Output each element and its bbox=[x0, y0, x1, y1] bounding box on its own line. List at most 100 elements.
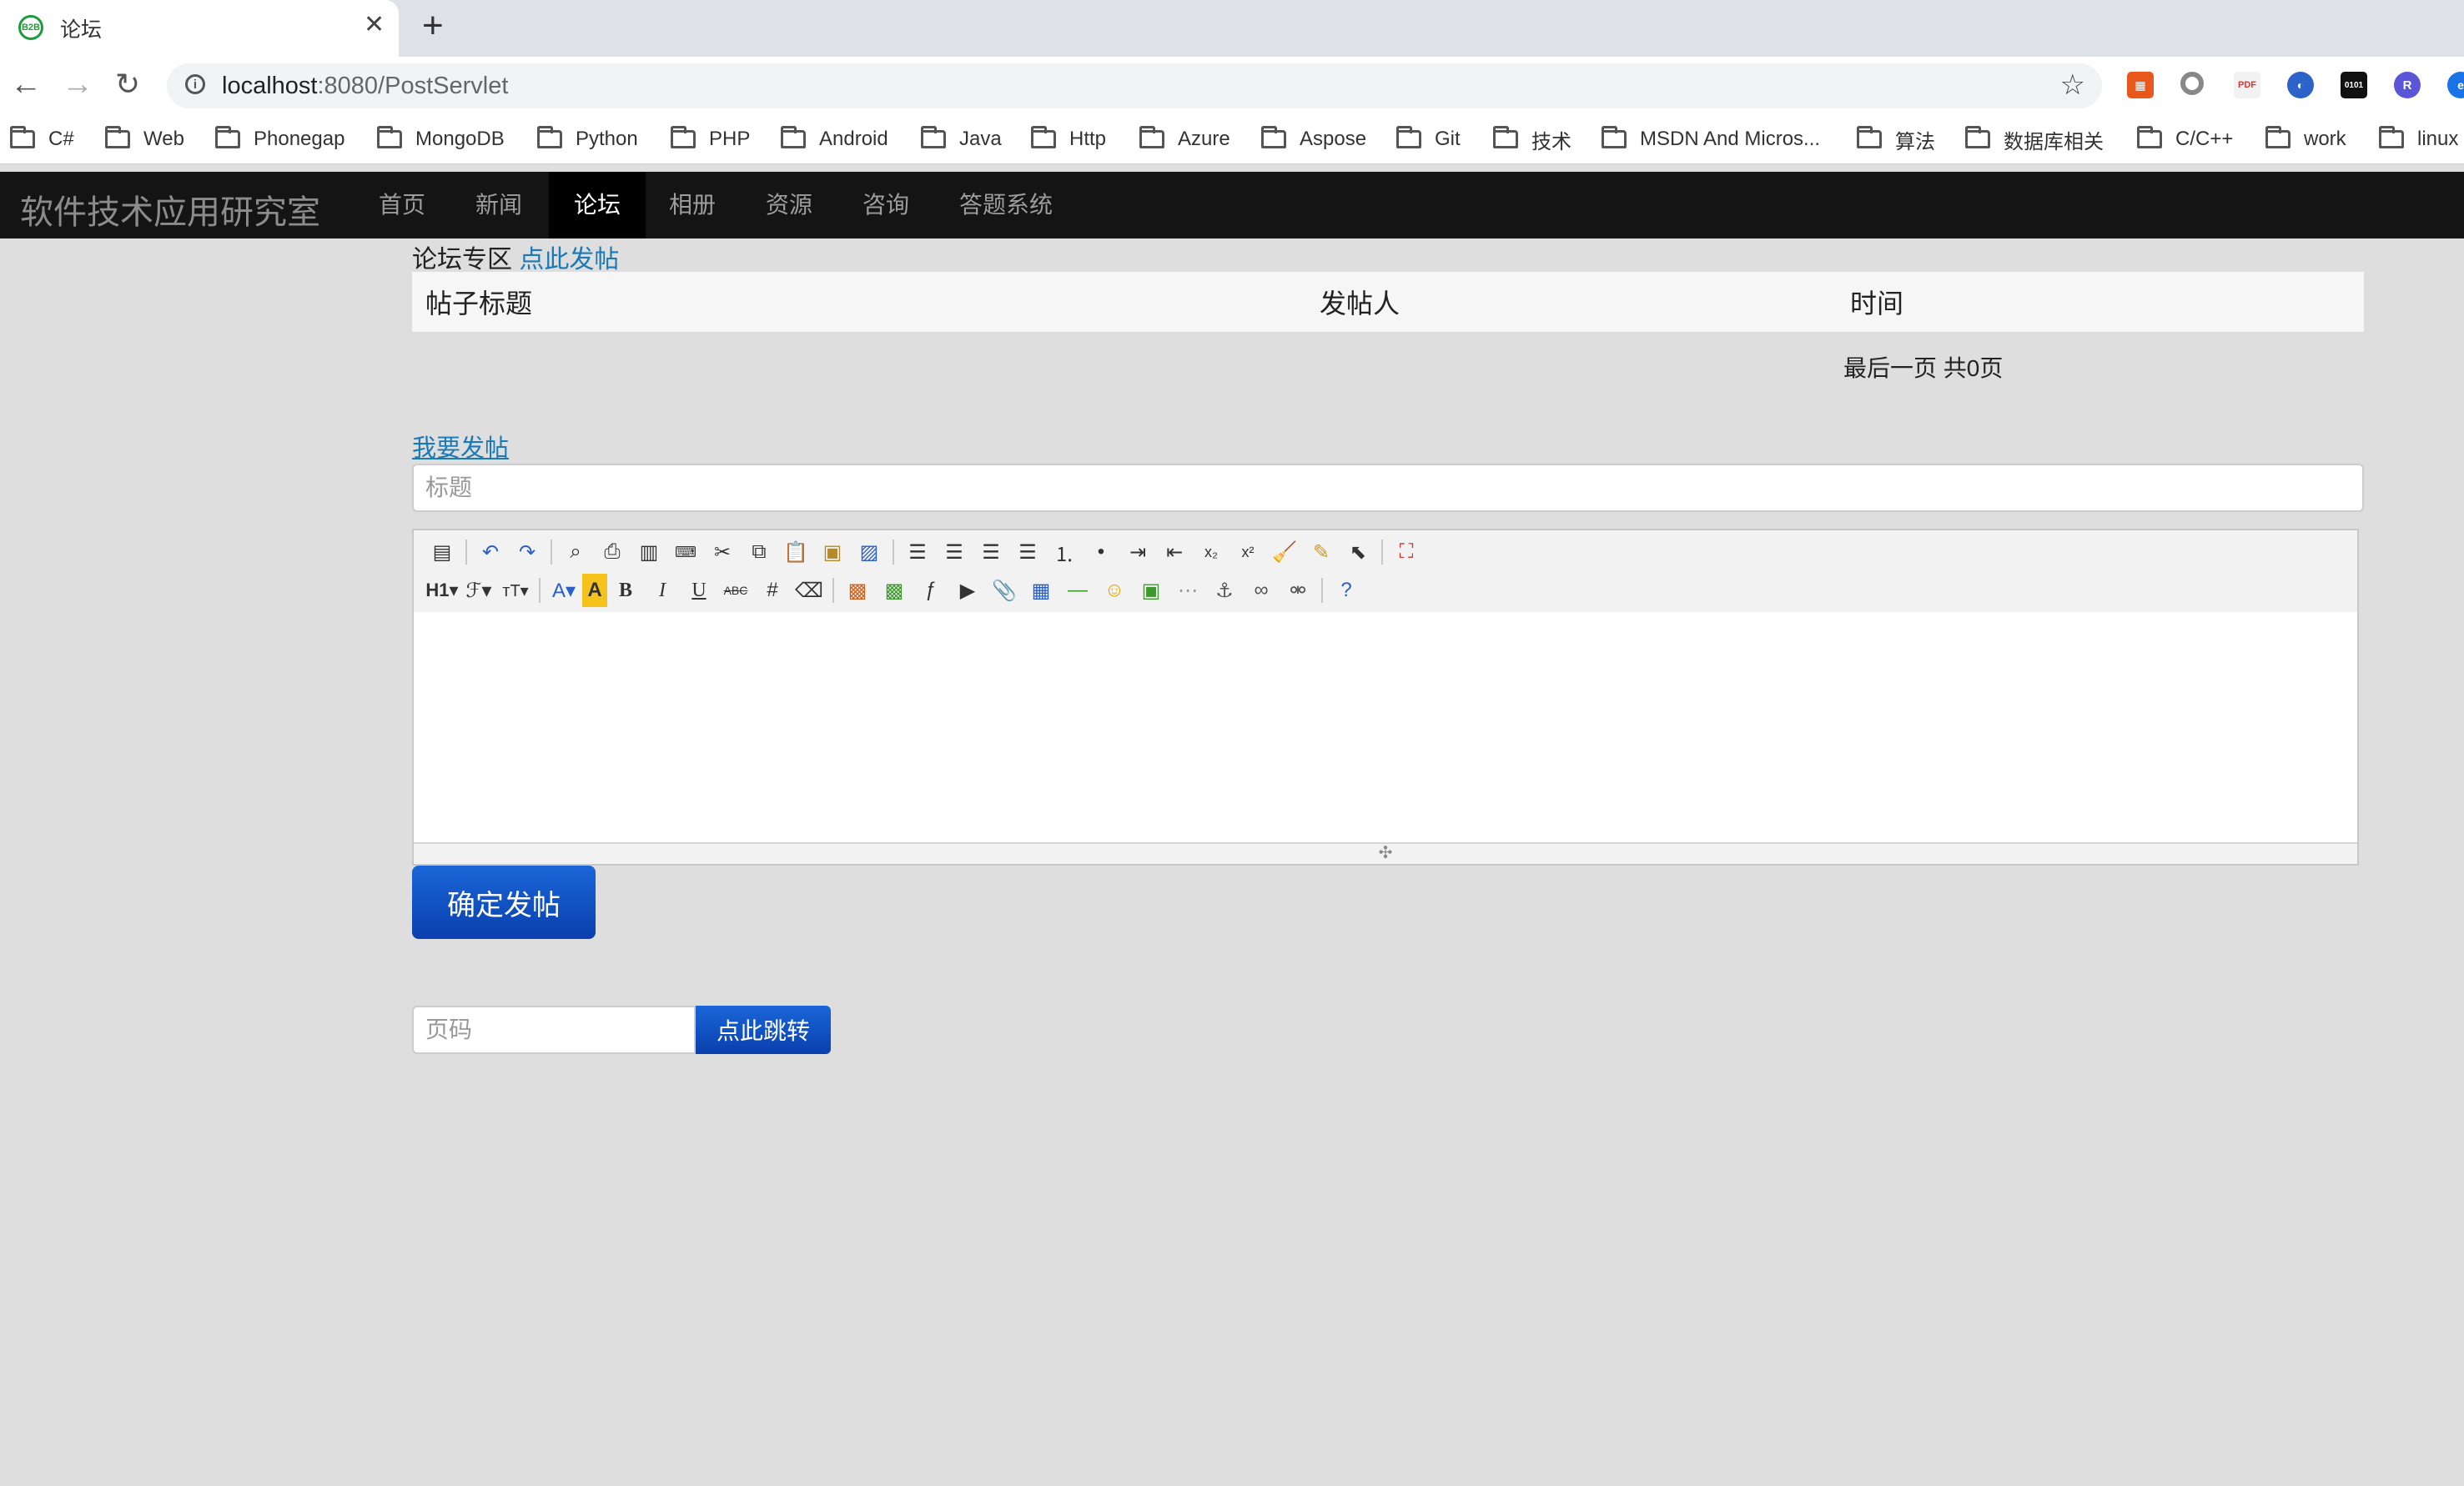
select-all-icon[interactable]: ⬉ bbox=[1340, 535, 1376, 569]
nav-consult[interactable]: 咨询 bbox=[837, 172, 934, 238]
anchor-icon[interactable]: ⚓ bbox=[1206, 574, 1243, 607]
italic-icon[interactable]: I bbox=[644, 574, 681, 607]
table-icon[interactable]: ▦ bbox=[1023, 574, 1059, 607]
underline-icon[interactable]: U bbox=[681, 574, 717, 607]
insert-code-icon[interactable]: ⌨ bbox=[667, 535, 704, 569]
bookmark-folder[interactable]: 算法 bbox=[1857, 123, 1935, 155]
file-icon[interactable]: 📎 bbox=[986, 574, 1023, 607]
bookmark-folder[interactable]: work bbox=[2265, 123, 2346, 155]
copy-icon[interactable]: ⧉ bbox=[741, 535, 777, 569]
line-height-icon[interactable]: # bbox=[754, 574, 791, 607]
hr-icon[interactable]: ― bbox=[1059, 574, 1096, 607]
bookmark-folder[interactable]: Aspose bbox=[1261, 123, 1366, 155]
url-text[interactable]: localhost:8080/PostServlet bbox=[222, 73, 508, 100]
clear-format-icon[interactable]: 🧹 bbox=[1266, 535, 1303, 569]
fullscreen-icon[interactable]: ⛶ bbox=[1388, 535, 1425, 569]
post-here-link[interactable]: 点此发帖 bbox=[519, 246, 619, 274]
bookmark-folder[interactable]: Http bbox=[1031, 123, 1106, 155]
page-number-input[interactable] bbox=[412, 1006, 696, 1054]
address-bar[interactable]: i localhost:8080/PostServlet ☆ bbox=[167, 63, 2102, 108]
bookmark-folder[interactable]: C# bbox=[10, 123, 74, 155]
forward-icon[interactable]: → bbox=[62, 67, 93, 103]
heading-icon[interactable]: H1▾ bbox=[424, 574, 460, 607]
bookmark-folder[interactable]: C/C++ bbox=[2137, 123, 2233, 155]
multi-image-icon[interactable]: ▩ bbox=[876, 574, 913, 607]
browser-tab[interactable]: B2B 论坛 ✕ bbox=[0, 0, 399, 57]
template-icon[interactable]: ▥ bbox=[631, 535, 667, 569]
bookmark-star-icon[interactable]: ☆ bbox=[2060, 68, 2085, 102]
justify-icon[interactable]: ☰ bbox=[1009, 535, 1046, 569]
align-center-icon[interactable]: ☰ bbox=[936, 535, 973, 569]
site-brand[interactable]: 软件技术应用研究室 bbox=[20, 185, 320, 233]
preview-icon[interactable]: ⌕ bbox=[557, 535, 594, 569]
bold-icon[interactable]: B bbox=[607, 574, 644, 607]
flash-icon[interactable]: ƒ bbox=[913, 574, 949, 607]
superscript-icon[interactable]: x² bbox=[1229, 535, 1266, 569]
bookmark-folder[interactable]: 数据库相关 bbox=[1965, 123, 2104, 155]
nav-home[interactable]: 首页 bbox=[354, 172, 450, 238]
highlight-icon[interactable]: A bbox=[582, 574, 607, 607]
pagebreak-icon[interactable]: ⋯ bbox=[1169, 574, 1206, 607]
new-post-link[interactable]: 我要发帖 bbox=[412, 429, 509, 464]
extension-3-icon[interactable]: ◐ bbox=[2287, 72, 2314, 98]
nav-resources[interactable]: 资源 bbox=[741, 172, 837, 238]
bookmark-folder[interactable]: Web bbox=[105, 123, 184, 155]
extension-binary-icon[interactable]: 0101 bbox=[2341, 72, 2367, 98]
unordered-list-icon[interactable]: • bbox=[1083, 535, 1119, 569]
image-icon[interactable]: ▩ bbox=[839, 574, 876, 607]
indent-icon[interactable]: ⇥ bbox=[1119, 535, 1156, 569]
font-family-icon[interactable]: ℱ▾ bbox=[460, 574, 497, 607]
bookmark-folder[interactable]: Git bbox=[1396, 123, 1461, 155]
extension-r-icon[interactable]: R bbox=[2394, 72, 2421, 98]
extension-1-icon[interactable]: ▦ bbox=[2127, 72, 2154, 98]
media-icon[interactable]: ▶ bbox=[949, 574, 986, 607]
map-icon[interactable]: ▣ bbox=[1133, 574, 1169, 607]
nav-forum[interactable]: 论坛 bbox=[549, 172, 646, 238]
font-size-icon[interactable]: тT▾ bbox=[497, 574, 534, 607]
quick-format-icon[interactable]: ✎ bbox=[1303, 535, 1340, 569]
emoticon-icon[interactable]: ☺ bbox=[1096, 574, 1133, 607]
extension-pdf-icon[interactable]: PDF bbox=[2234, 72, 2260, 98]
bookmark-folder[interactable]: Android bbox=[781, 123, 888, 155]
back-icon[interactable]: ← bbox=[10, 67, 42, 103]
unlink-icon[interactable]: ⚮ bbox=[1280, 574, 1316, 607]
post-title-input[interactable] bbox=[412, 464, 2364, 512]
redo-icon[interactable]: ↷ bbox=[509, 535, 546, 569]
bookmark-folder[interactable]: PHP bbox=[671, 123, 750, 155]
submit-post-button[interactable]: 确定发帖 bbox=[412, 866, 596, 939]
bookmark-folder[interactable]: Azure bbox=[1139, 123, 1230, 155]
extension-2-icon[interactable] bbox=[2180, 72, 2204, 95]
bookmark-folder[interactable]: Python bbox=[537, 123, 638, 155]
link-icon[interactable]: ∞ bbox=[1243, 574, 1280, 607]
align-right-icon[interactable]: ☰ bbox=[973, 535, 1009, 569]
editor-content-area[interactable] bbox=[414, 612, 2357, 844]
bookmark-folder[interactable]: Java bbox=[921, 123, 1002, 155]
nav-album[interactable]: 相册 bbox=[644, 172, 741, 238]
reload-icon[interactable]: ↻ bbox=[115, 67, 140, 102]
about-icon[interactable]: ? bbox=[1328, 574, 1365, 607]
bookmark-folder[interactable]: Phonegap bbox=[215, 123, 344, 155]
new-tab-icon[interactable]: + bbox=[422, 5, 444, 47]
cut-icon[interactable]: ✂ bbox=[704, 535, 741, 569]
print-icon[interactable]: ⎙ bbox=[594, 535, 631, 569]
bookmark-folder[interactable]: linux bbox=[2379, 123, 2458, 155]
ordered-list-icon[interactable]: ⒈ bbox=[1046, 535, 1083, 569]
nav-news[interactable]: 新闻 bbox=[450, 172, 547, 238]
bookmark-folder[interactable]: MSDN And Micros... bbox=[1602, 123, 1820, 155]
site-info-icon[interactable]: i bbox=[185, 74, 205, 94]
undo-icon[interactable]: ↶ bbox=[472, 535, 509, 569]
bookmark-folder[interactable]: MongoDB bbox=[377, 123, 505, 155]
editor-resize-handle[interactable]: ✣ bbox=[414, 842, 2357, 864]
nav-quiz-system[interactable]: 答题系统 bbox=[934, 172, 1078, 238]
tab-close-icon[interactable]: ✕ bbox=[364, 10, 385, 39]
align-left-icon[interactable]: ☰ bbox=[899, 535, 936, 569]
paste-icon[interactable]: 📋 bbox=[777, 535, 814, 569]
jump-button[interactable]: 点此跳转 bbox=[696, 1006, 831, 1054]
bookmark-folder[interactable]: 技术 bbox=[1493, 123, 1571, 155]
source-icon[interactable]: ▤ bbox=[424, 535, 460, 569]
remove-format-icon[interactable]: ⌫ bbox=[791, 574, 827, 607]
paste-text-icon[interactable]: ▣ bbox=[814, 535, 851, 569]
paste-word-icon[interactable]: ▨ bbox=[851, 535, 888, 569]
outdent-icon[interactable]: ⇤ bbox=[1156, 535, 1193, 569]
strikethrough-icon[interactable]: ABC bbox=[717, 574, 754, 607]
